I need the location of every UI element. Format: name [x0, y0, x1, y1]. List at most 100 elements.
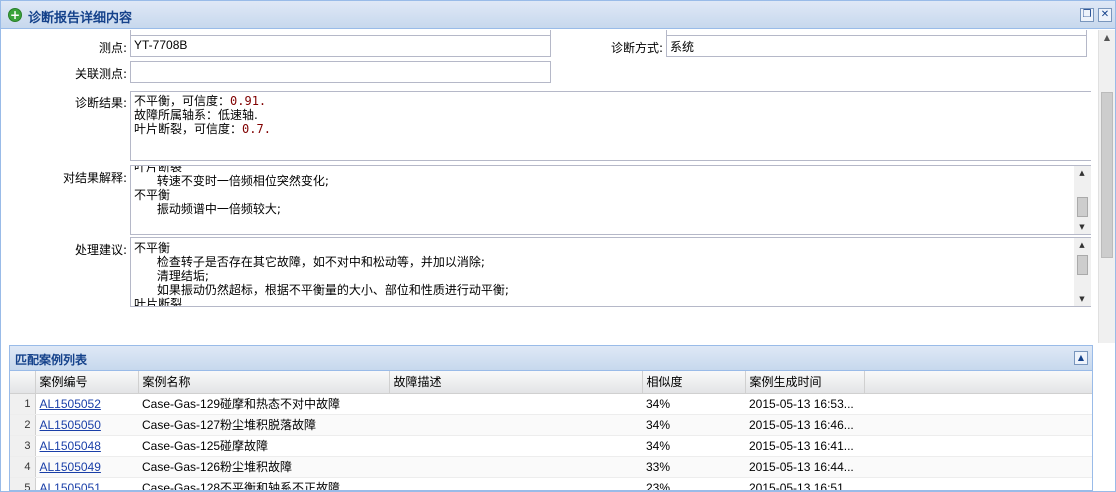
measure-point-field[interactable]: YT-7708B: [130, 35, 551, 57]
column-header[interactable]: 故障描述: [389, 371, 643, 394]
scroll-thumb[interactable]: [1101, 92, 1113, 258]
similarity-cell: 34%: [642, 435, 745, 457]
scroll-up-icon[interactable]: ▲: [1099, 30, 1115, 46]
case-id-cell: AL1505051: [35, 477, 138, 491]
table-row[interactable]: 3 AL1505048 Case-Gas-125碰摩故障 34% 2015-05…: [10, 435, 1092, 457]
fault-desc-cell: [389, 435, 642, 457]
form-area: 测点: YT-7708B 诊断方式: 系统 关联测点: 诊断结果: 不平衡，可信…: [9, 30, 1091, 340]
matched-cases-panel: 匹配案例列表 ▲ 案例编号 案例名称 故障描述 相似度 案例生成时间 1 AL1…: [9, 345, 1093, 491]
case-name-cell: Case-Gas-127粉尘堆积脱落故障: [138, 414, 389, 436]
result-line-3: 叶片断裂，可信度：0.7.: [134, 122, 271, 136]
explanation-line-4: 振动频谱中一倍频较大;: [134, 202, 281, 216]
case-id-cell: AL1505049: [35, 456, 138, 478]
advice-scrollbar[interactable]: ▲ ▼: [1074, 238, 1091, 306]
column-header[interactable]: 案例名称: [138, 371, 390, 394]
advice-label: 处理建议:: [74, 243, 127, 257]
created-time-cell: 2015-05-13 16:41...: [745, 435, 864, 457]
related-point-label: 关联测点:: [74, 67, 127, 81]
measure-point-label: 测点:: [98, 41, 127, 55]
row-number: 1: [10, 393, 36, 415]
case-id-link[interactable]: AL1505050: [40, 418, 101, 432]
column-header[interactable]: 案例编号: [35, 371, 139, 394]
advice-textarea[interactable]: 不平衡 检查转子是否存在其它故障，如不对中和松动等，并加以消除; 清理结垢; 如…: [130, 237, 1091, 307]
row-number: 5: [10, 477, 36, 490]
grid-title: 匹配案例列表: [15, 353, 88, 367]
filler-header: [864, 371, 1092, 394]
case-id-link[interactable]: AL1505052: [40, 397, 101, 411]
close-icon[interactable]: ✕: [1098, 8, 1112, 22]
restore-icon[interactable]: ❐: [1080, 8, 1094, 22]
case-id-cell: AL1505052: [35, 393, 138, 415]
explanation-label: 对结果解释:: [62, 171, 127, 185]
fault-desc-cell: [389, 456, 642, 478]
result-line-1: 不平衡，可信度：0.91.: [134, 94, 267, 108]
explanation-line-2: 转速不变时一倍频相位突然变化;: [134, 174, 329, 188]
scroll-down-icon[interactable]: ▼: [1074, 220, 1090, 234]
case-id-link[interactable]: AL1505051: [40, 481, 101, 491]
advice-line-1: 不平衡: [134, 241, 171, 255]
case-id-link[interactable]: AL1505048: [40, 439, 101, 453]
case-id-cell: AL1505048: [35, 435, 138, 457]
advice-line-3: 清理结垢;: [134, 269, 209, 283]
case-name-cell: Case-Gas-129碰摩和热态不对中故障: [138, 393, 389, 415]
column-header[interactable]: 案例生成时间: [745, 371, 865, 394]
collapse-icon[interactable]: ▲: [1074, 351, 1088, 365]
scroll-thumb[interactable]: [1077, 197, 1088, 217]
cases-table: 案例编号 案例名称 故障描述 相似度 案例生成时间 1 AL1505052 Ca…: [10, 371, 1092, 491]
explanation-line-3: 不平衡: [134, 188, 171, 202]
row-number: 2: [10, 414, 36, 436]
scroll-down-icon[interactable]: ▼: [1074, 292, 1090, 306]
filler-cell: [864, 414, 1092, 436]
explanation-textarea[interactable]: 叶片断裂 转速不变时一倍频相位突然变化; 不平衡 振动频谱中一倍频较大; ▲ ▼: [130, 165, 1091, 235]
advice-line-2: 检查转子是否存在其它故障，如不对中和松动等，并加以消除;: [134, 255, 485, 269]
table-row[interactable]: 2 AL1505050 Case-Gas-127粉尘堆积脱落故障 34% 201…: [10, 414, 1092, 436]
filler-cell: [864, 477, 1092, 490]
similarity-cell: 33%: [642, 456, 745, 478]
explanation-scrollbar[interactable]: ▲ ▼: [1074, 166, 1091, 234]
scroll-up-icon[interactable]: ▲: [1074, 166, 1090, 180]
table-header-row: 案例编号 案例名称 故障描述 相似度 案例生成时间: [10, 371, 1092, 394]
case-id-cell: AL1505050: [35, 414, 138, 436]
created-time-cell: 2015-05-13 16:44...: [745, 456, 864, 478]
scroll-thumb[interactable]: [1077, 255, 1088, 275]
form-scrollbar[interactable]: ▲: [1098, 30, 1115, 343]
case-name-cell: Case-Gas-125碰摩故障: [138, 435, 389, 457]
diagnosis-mode-field[interactable]: 系统: [666, 35, 1087, 57]
scroll-up-icon[interactable]: ▲: [1074, 238, 1090, 252]
rownum-header: [10, 371, 36, 394]
advice-line-4: 如果振动仍然超标，根据不平衡量的大小、部位和性质进行动平衡;: [134, 283, 509, 297]
result-textarea[interactable]: 不平衡，可信度：0.91. 故障所属轴系：低速轴. 叶片断裂，可信度：0.7.: [130, 91, 1091, 161]
case-name-cell: Case-Gas-128不平衡和轴系不正故障: [138, 477, 389, 490]
fault-desc-cell: [389, 414, 642, 436]
similarity-cell: 23%: [642, 477, 745, 490]
fault-desc-cell: [389, 393, 642, 415]
related-point-field[interactable]: [130, 61, 551, 83]
created-time-cell: 2015-05-13 16:51...: [745, 477, 864, 490]
window-titlebar: + 诊断报告详细内容 ❐ ✕: [1, 1, 1115, 29]
filler-cell: [864, 435, 1092, 457]
filler-cell: [864, 456, 1092, 478]
created-time-cell: 2015-05-13 16:46...: [745, 414, 864, 436]
diagnosis-report-window: + 诊断报告详细内容 ❐ ✕ 测点: YT-7708B 诊断方式: 系统 关联测…: [0, 0, 1116, 492]
row-number: 3: [10, 435, 36, 457]
plus-circle-icon: +: [8, 8, 22, 22]
similarity-cell: 34%: [642, 414, 745, 436]
window-title: 诊断报告详细内容: [28, 11, 133, 26]
result-line-2: 故障所属轴系：低速轴.: [134, 108, 258, 122]
advice-line-5: 叶片断裂: [134, 297, 183, 307]
column-header[interactable]: 相似度: [642, 371, 746, 394]
filler-cell: [864, 393, 1092, 415]
result-label: 诊断结果:: [74, 96, 127, 110]
created-time-cell: 2015-05-13 16:53...: [745, 393, 864, 415]
table-row[interactable]: 5 AL1505051 Case-Gas-128不平衡和轴系不正故障 23% 2…: [10, 477, 1092, 491]
similarity-cell: 34%: [642, 393, 745, 415]
table-row[interactable]: 1 AL1505052 Case-Gas-129碰摩和热态不对中故障 34% 2…: [10, 393, 1092, 415]
case-name-cell: Case-Gas-126粉尘堆积故障: [138, 456, 389, 478]
fault-desc-cell: [389, 477, 642, 490]
diagnosis-mode-label: 诊断方式:: [610, 41, 663, 55]
grid-panel-header: 匹配案例列表 ▲: [10, 346, 1092, 371]
row-number: 4: [10, 456, 36, 478]
explanation-line-1: 叶片断裂: [134, 165, 183, 174]
case-id-link[interactable]: AL1505049: [40, 460, 101, 474]
table-row[interactable]: 4 AL1505049 Case-Gas-126粉尘堆积故障 33% 2015-…: [10, 456, 1092, 478]
